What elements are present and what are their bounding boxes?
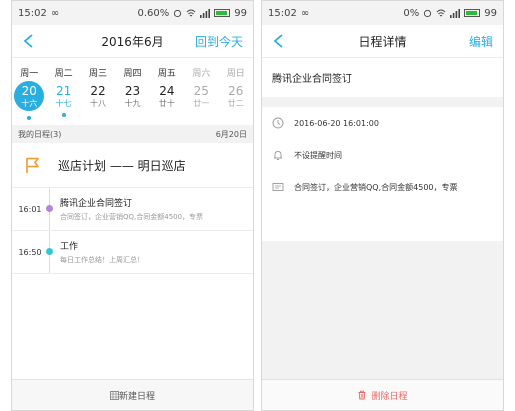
battery-level: 99 xyxy=(234,7,247,19)
event-item[interactable]: 16:01 腾讯企业合同签订 合同签订，企业营销QQ,合同金额4500，专票 xyxy=(12,188,253,231)
lunar-date: 廿一 xyxy=(193,99,210,108)
calendar-header: 2016年6月 回到今天 xyxy=(12,25,253,58)
event-title: 工作 xyxy=(60,242,79,252)
day-cell[interactable]: 22 十八 xyxy=(81,81,115,119)
event-title: 腾讯企业合同签订 xyxy=(60,199,133,209)
note-row: 合同签订，企业营销QQ,合同金额4500，专票 xyxy=(262,171,503,203)
event-time: 16:01 xyxy=(18,204,42,214)
note-icon xyxy=(272,183,284,191)
bell-icon xyxy=(274,151,282,160)
event-description: 合同签订，企业营销QQ,合同金额4500，专票 xyxy=(60,213,204,221)
day-number: 26 xyxy=(228,84,244,98)
back-to-today-button[interactable]: 回到今天 xyxy=(195,33,243,50)
weekday-header: 周一 周二 周三 周四 周五 周六 周日 xyxy=(12,58,253,81)
flag-icon xyxy=(26,157,39,173)
weekday-label: 周三 xyxy=(89,69,108,79)
clock-icon xyxy=(272,117,284,129)
day-cell[interactable]: 25 廿一 xyxy=(184,81,218,119)
page-title: 日程详情 xyxy=(358,34,407,49)
day-number: 23 xyxy=(124,84,141,98)
day-number: 21 xyxy=(55,84,72,98)
new-schedule-button[interactable]: 新建日程 xyxy=(12,379,253,410)
schedule-section-header: 我的日程(3) 6月20日 xyxy=(12,125,253,143)
battery-icon xyxy=(214,9,231,17)
event-item[interactable]: 16:50 工作 每日工作总结！上周汇总！ xyxy=(12,231,253,274)
battery-level: 99 xyxy=(484,7,497,19)
delete-schedule-button[interactable]: 删除日程 xyxy=(262,379,503,410)
event-color-dot xyxy=(46,248,53,255)
week-days: 20 十六 21 十七 22 十八 23 十九 24 廿十 25 廿一 26 廿… xyxy=(12,81,253,125)
status-time: 15:02 xyxy=(18,7,47,19)
reminder-text: 不设提醒时间 xyxy=(294,150,342,160)
network-speed: 0% xyxy=(403,7,420,19)
network-speed: 0.60% xyxy=(137,7,170,19)
wifi-icon xyxy=(186,9,196,16)
day-cell[interactable]: 26 廿二 xyxy=(219,81,253,119)
status-time: 15:02 xyxy=(268,7,297,19)
event-indicator-dot xyxy=(27,116,32,120)
schedule-title: 腾讯企业合同签订 xyxy=(272,74,352,85)
day-number: 25 xyxy=(193,84,209,98)
battery-icon xyxy=(464,9,481,17)
weekday-label: 周五 xyxy=(157,69,176,79)
lunar-date: 十七 xyxy=(55,99,72,108)
delete-schedule-label: 删除日程 xyxy=(371,391,408,402)
schedule-time-row: 2016-06-20 16:01:00 xyxy=(262,107,503,139)
selected-date-label: 6月20日 xyxy=(215,129,247,139)
day-number: 22 xyxy=(90,84,106,98)
schedule-datetime: 2016-06-20 16:01:00 xyxy=(294,118,379,128)
event-indicator-dot xyxy=(61,113,66,117)
lunar-date: 廿十 xyxy=(158,99,175,108)
reminder-row: 不设提醒时间 xyxy=(262,139,503,171)
signal-icon xyxy=(450,8,461,18)
wifi-icon xyxy=(436,9,446,16)
infinity-icon: ∞ xyxy=(300,7,310,19)
schedule-detail-screen: 15:02 ∞ 0% 99 日程详情 编辑 腾讯企业合同签订 2016-06-2… xyxy=(261,0,504,411)
calendar-screen: 15:02 ∞ 0.60% 99 2016年6月 回到今天 周一 周二 周三 周… xyxy=(11,0,254,411)
grid-icon xyxy=(110,390,119,400)
weekday-label: 周一 xyxy=(20,69,39,79)
event-color-dot xyxy=(46,205,53,212)
alarm-icon xyxy=(174,9,182,17)
status-bar: 15:02 ∞ 0% 99 xyxy=(262,1,503,25)
alarm-icon xyxy=(424,9,432,17)
status-bar: 15:02 ∞ 0.60% 99 xyxy=(12,1,253,25)
day-number: 24 xyxy=(159,84,175,98)
trash-icon xyxy=(358,390,366,400)
weekday-label: 周六 xyxy=(192,69,211,79)
day-cell-selected[interactable]: 20 十六 xyxy=(12,81,46,120)
detail-header: 日程详情 编辑 xyxy=(262,25,503,58)
new-schedule-label: 新建日程 xyxy=(118,391,155,402)
day-cell[interactable]: 24 廿十 xyxy=(150,81,184,119)
plan-title: 巡店计划 —— 明日巡店 xyxy=(58,158,186,173)
signal-icon xyxy=(200,8,211,18)
lunar-date: 十八 xyxy=(90,99,107,108)
lunar-date: 十六 xyxy=(21,99,38,108)
schedule-count-label: 我的日程(3) xyxy=(18,129,62,139)
lunar-date: 廿二 xyxy=(227,99,244,108)
back-arrow-icon[interactable] xyxy=(272,34,286,48)
day-number: 20 xyxy=(21,84,37,98)
store-visit-plan-item[interactable]: 巡店计划 —— 明日巡店 xyxy=(12,143,253,188)
infinity-icon: ∞ xyxy=(50,7,60,19)
lunar-date: 十九 xyxy=(124,99,141,108)
back-arrow-icon[interactable] xyxy=(22,34,36,48)
weekday-label: 周日 xyxy=(226,69,245,79)
day-cell[interactable]: 21 十七 xyxy=(46,81,80,119)
edit-button[interactable]: 编辑 xyxy=(469,33,493,50)
event-description: 每日工作总结！上周汇总！ xyxy=(60,256,144,264)
weekday-label: 周二 xyxy=(54,69,73,79)
weekday-label: 周四 xyxy=(123,69,142,79)
event-time: 16:50 xyxy=(18,247,42,257)
day-cell[interactable]: 23 十九 xyxy=(115,81,149,119)
note-text: 合同签订，企业营销QQ,合同金额4500，专票 xyxy=(294,182,458,192)
